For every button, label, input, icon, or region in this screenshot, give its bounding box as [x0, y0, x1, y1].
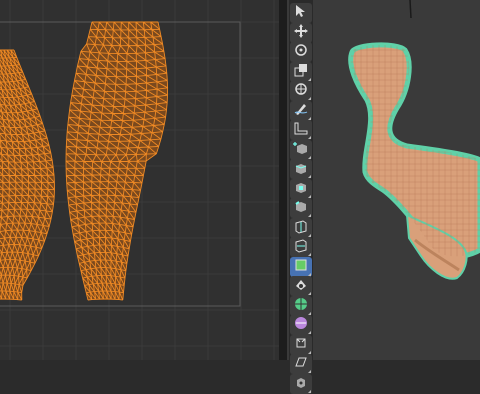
submenu-indicator	[308, 389, 311, 393]
viewport-scene	[347, 0, 480, 280]
extrude-tool-button[interactable]	[290, 159, 312, 179]
annotate-tool-button[interactable]	[290, 100, 312, 121]
loop-cut-icon	[293, 218, 309, 238]
uv-island-left[interactable]	[0, 49, 55, 301]
shear-icon	[293, 354, 309, 374]
extrude-icon	[293, 159, 309, 179]
bevel-tool-button[interactable]	[290, 198, 312, 218]
rotate-icon	[293, 42, 309, 62]
shear-tool-button[interactable]	[290, 354, 312, 374]
scale-tool-button[interactable]	[290, 61, 312, 82]
3d-viewport[interactable]	[287, 0, 480, 360]
measure-icon	[293, 120, 309, 140]
bevel-icon	[293, 198, 309, 218]
shrink-fatten-icon	[293, 335, 309, 355]
cursor-icon	[293, 3, 309, 23]
knife-tool-button[interactable]	[290, 237, 312, 257]
scale-icon	[293, 62, 309, 82]
move-tool-button[interactable]	[290, 22, 312, 43]
transform-tool-button[interactable]	[290, 81, 312, 101]
edge-slide-icon	[293, 315, 309, 335]
rip-tool-button[interactable]	[290, 373, 312, 394]
cursor-tool-button[interactable]	[290, 3, 312, 23]
spin-icon	[293, 276, 309, 296]
add-cube-tool-button[interactable]	[290, 139, 312, 160]
rotate-tool-button[interactable]	[290, 42, 312, 62]
poly-build-tool-button[interactable]	[290, 256, 312, 277]
object-origin-line	[409, 0, 412, 19]
knife-icon	[293, 237, 309, 257]
area-divider[interactable]	[279, 0, 287, 360]
inset-tool-button[interactable]	[290, 178, 312, 199]
move-icon	[293, 23, 309, 43]
uv-island-right[interactable]	[65, 21, 169, 301]
tool-shelf	[289, 0, 313, 394]
chair-mesh[interactable]	[347, 42, 480, 280]
uv-editor-panel[interactable]	[0, 0, 279, 360]
transform-icon	[293, 81, 309, 101]
add-cube-icon	[293, 140, 309, 160]
measure-tool-button[interactable]	[290, 120, 312, 140]
edge-slide-tool-button[interactable]	[290, 315, 312, 335]
uv-canvas[interactable]	[0, 0, 279, 360]
smooth-tool-button[interactable]	[290, 295, 312, 316]
loop-cut-tool-button[interactable]	[290, 217, 312, 238]
smooth-icon	[293, 296, 309, 316]
spin-tool-button[interactable]	[290, 276, 312, 296]
annotate-icon	[293, 101, 309, 121]
shrink-fatten-tool-button[interactable]	[290, 334, 312, 355]
poly-build-icon	[293, 257, 309, 277]
inset-icon	[293, 179, 309, 199]
rip-icon	[293, 374, 309, 394]
